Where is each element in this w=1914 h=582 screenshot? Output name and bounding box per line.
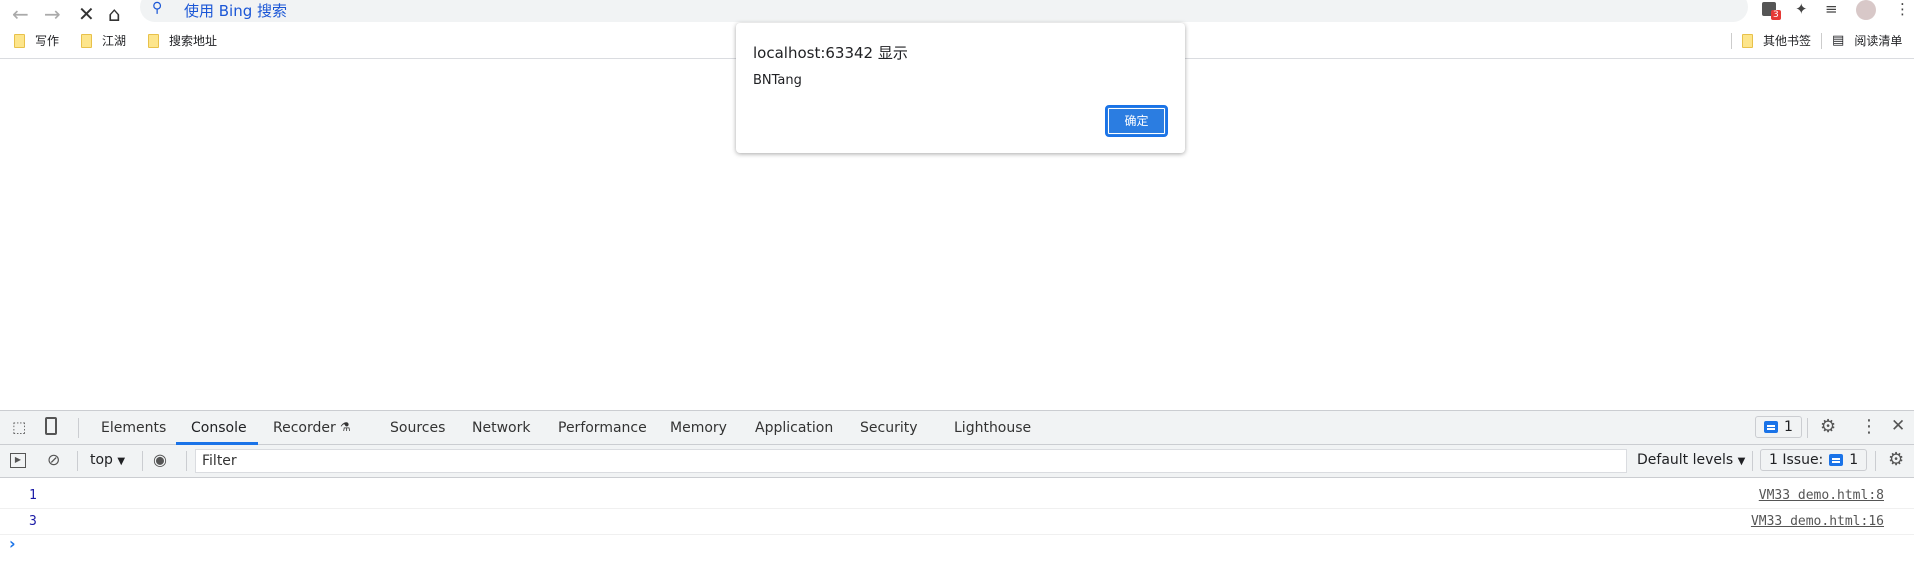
- log-value: 3: [29, 514, 37, 529]
- divider: [1821, 32, 1823, 49]
- tab-application[interactable]: Application: [755, 420, 833, 436]
- message-icon: [1764, 421, 1778, 433]
- tab-performance[interactable]: Performance: [558, 420, 647, 436]
- avatar[interactable]: [1856, 0, 1876, 20]
- more-icon[interactable]: ⋮: [1860, 416, 1878, 437]
- divider: [1752, 451, 1753, 471]
- other-bookmarks[interactable]: 其他书签: [1763, 32, 1811, 49]
- sidebar-toggle-icon[interactable]: ▶: [10, 453, 26, 468]
- device-toolbar-icon[interactable]: [45, 417, 57, 435]
- issues-button[interactable]: 1: [1755, 416, 1802, 438]
- tab-recorder[interactable]: Recorder: [273, 420, 336, 436]
- console-settings-icon[interactable]: ⚙: [1888, 449, 1904, 470]
- console-row: 3 VM33 demo.html:16: [0, 509, 1914, 535]
- menu-icon[interactable]: ⋮: [1895, 0, 1910, 18]
- folder-icon: [14, 33, 25, 48]
- message-icon: [1829, 454, 1844, 466]
- folder-icon: [81, 33, 93, 48]
- console-toolbar: ▶ ⊘ top ▼ ◉ Filter Default levels ▼ 1 Is…: [0, 445, 1914, 478]
- bookmark-bar: 写作 江湖 搜索地址: [14, 32, 217, 49]
- media-icon[interactable]: ≡: [1825, 0, 1838, 18]
- bookmark-item[interactable]: 江湖: [102, 32, 126, 49]
- eye-icon[interactable]: ◉: [153, 450, 167, 469]
- puzzle-icon[interactable]: ✦: [1795, 0, 1808, 18]
- reading-list-icon: ▤: [1832, 33, 1845, 48]
- flask-icon: ⚗: [340, 420, 351, 434]
- source-link[interactable]: VM33 demo.html:16: [1751, 514, 1884, 529]
- levels-value: Default levels: [1637, 452, 1734, 468]
- devtools-panel: ⬚ Elements Console Recorder ⚗ Sources Ne…: [0, 410, 1914, 582]
- extension-badge: 3: [1771, 10, 1781, 20]
- issues-count: 1: [1784, 419, 1793, 435]
- home-icon[interactable]: ⌂: [108, 2, 121, 26]
- divider: [1731, 32, 1732, 49]
- back-icon[interactable]: ←: [12, 2, 29, 26]
- bookmark-item[interactable]: 写作: [35, 32, 59, 49]
- tab-console[interactable]: Console: [191, 420, 247, 436]
- stop-icon[interactable]: ✕: [78, 2, 95, 26]
- divider: [78, 418, 79, 438]
- divider: [142, 451, 143, 471]
- forward-icon[interactable]: →: [44, 2, 61, 26]
- tab-network[interactable]: Network: [472, 420, 530, 436]
- bookmark-item[interactable]: 搜索地址: [169, 32, 217, 49]
- tab-sources[interactable]: Sources: [390, 420, 445, 436]
- log-value: 1: [29, 488, 37, 503]
- search-icon: ⚲: [152, 0, 163, 16]
- divider: [1875, 451, 1876, 471]
- settings-icon[interactable]: ⚙: [1820, 416, 1836, 437]
- omnibox-text[interactable]: 使用 Bing 搜索: [184, 0, 287, 21]
- devtools-tabbar: ⬚ Elements Console Recorder ⚗ Sources Ne…: [0, 411, 1914, 445]
- tab-memory[interactable]: Memory: [670, 420, 727, 436]
- clear-console-icon[interactable]: ⊘: [47, 450, 60, 469]
- tab-lighthouse[interactable]: Lighthouse: [954, 420, 1031, 436]
- console-prompt[interactable]: ›: [9, 534, 16, 553]
- reading-list[interactable]: 阅读清单: [1854, 32, 1902, 49]
- omnibox[interactable]: ⚲ 使用 Bing 搜索: [140, 0, 1748, 22]
- context-select[interactable]: top ▼: [90, 452, 125, 468]
- alert-dialog: localhost:63342 显示 BNTang 确定: [736, 23, 1185, 153]
- divider: [77, 451, 78, 471]
- source-link[interactable]: VM33 demo.html:8: [1759, 488, 1884, 503]
- inspect-icon[interactable]: ⬚: [12, 418, 26, 436]
- issues-counter-button[interactable]: 1 Issue: 1: [1760, 449, 1868, 471]
- log-levels-select[interactable]: Default levels ▼: [1637, 452, 1745, 468]
- ok-button[interactable]: 确定: [1105, 105, 1168, 137]
- tab-security[interactable]: Security: [860, 420, 918, 436]
- divider: [1807, 418, 1808, 438]
- context-value: top: [90, 452, 113, 468]
- issue-count: 1: [1849, 452, 1859, 468]
- bookmark-bar-right: 其他书签 ▤ 阅读清单: [1731, 32, 1902, 49]
- issue-label: 1 Issue:: [1769, 452, 1824, 468]
- filter-input[interactable]: Filter: [195, 449, 1627, 473]
- folder-icon: [148, 33, 160, 48]
- tab-elements[interactable]: Elements: [101, 420, 166, 436]
- dialog-message: BNTang: [753, 73, 802, 88]
- console-row: 1 VM33 demo.html:8: [0, 483, 1914, 509]
- folder-icon: [1742, 33, 1753, 48]
- divider: [186, 451, 187, 471]
- dialog-title: localhost:63342 显示: [753, 44, 908, 62]
- close-icon[interactable]: ✕: [1891, 416, 1905, 436]
